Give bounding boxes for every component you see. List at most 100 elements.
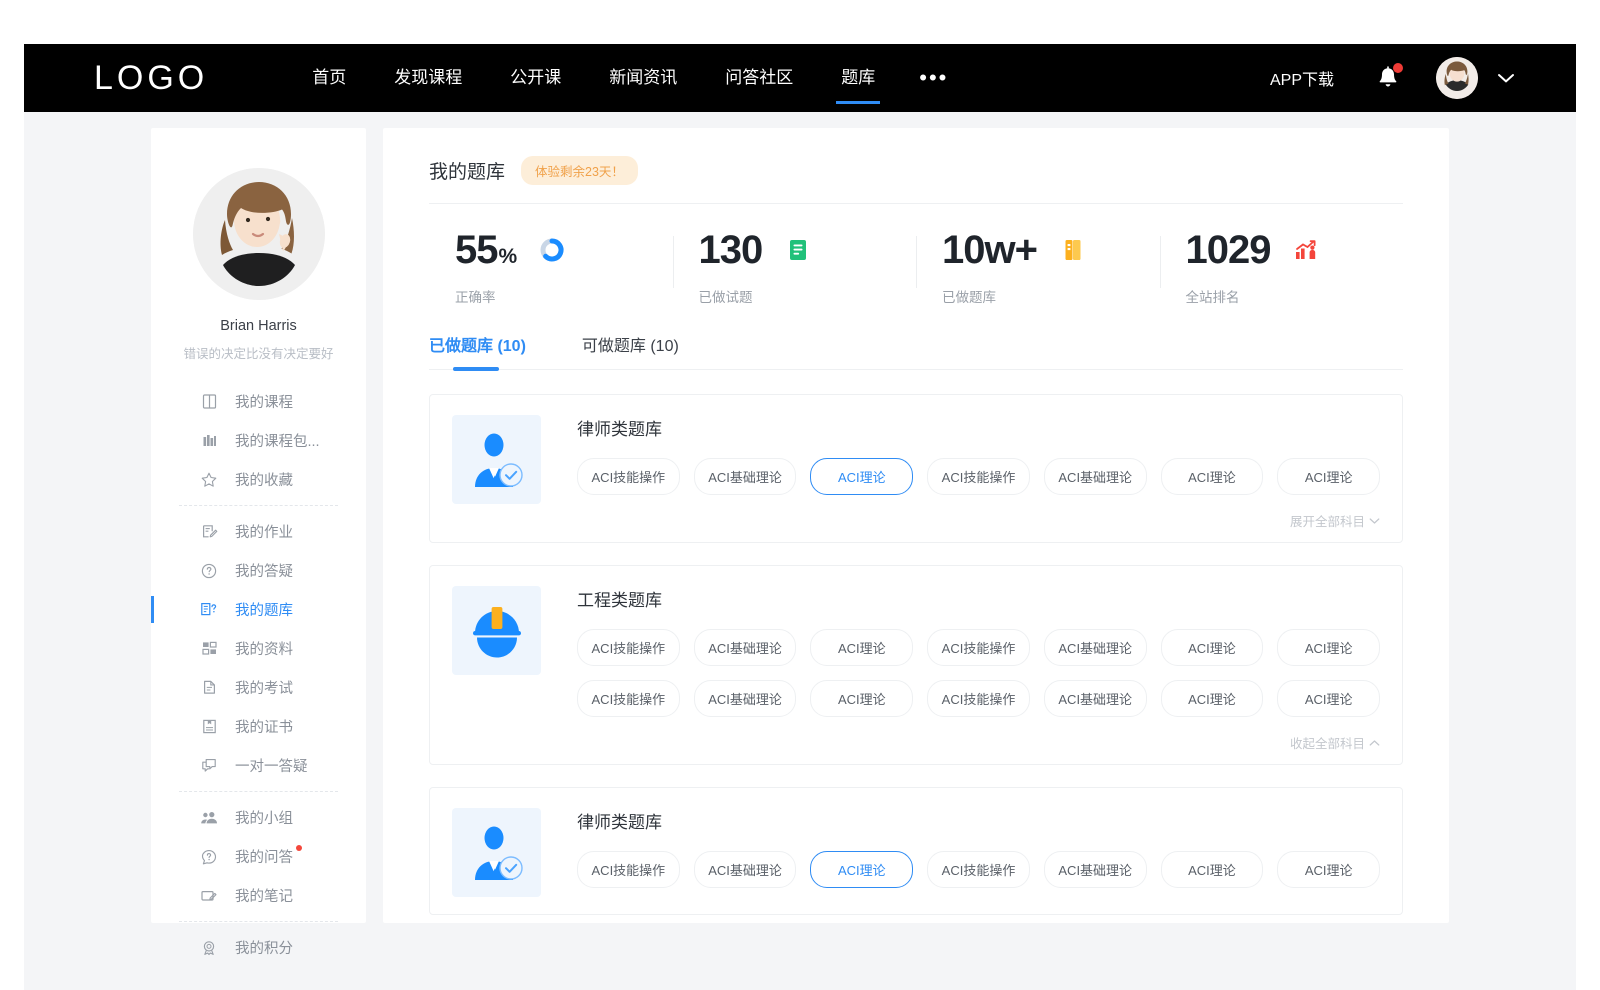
subject-tag[interactable]: ACI理论 — [1161, 458, 1264, 495]
stat-done-questions: 130 已做试题 — [673, 230, 917, 306]
subject-tag[interactable]: ACI理论 — [1277, 629, 1380, 666]
chevron-down-icon — [1496, 72, 1516, 84]
sidebar-divider — [179, 791, 338, 792]
sidebar-item-label: 我的问答 — [235, 846, 293, 867]
sidebar-item-my-course-packages[interactable]: 我的课程包... — [151, 421, 366, 460]
stat-label: 正确率 — [455, 286, 673, 306]
sidebar-item-my-courses[interactable]: 我的课程 — [151, 382, 366, 421]
expand-subjects-button[interactable]: 展开全部科目 — [452, 511, 1380, 530]
star-icon — [199, 470, 219, 490]
sidebar-item-label: 我的作业 — [235, 521, 293, 542]
sidebar-item-one-on-one[interactable]: 一对一答疑 — [151, 746, 366, 785]
nav-item-question-bank[interactable]: 题库 — [841, 44, 875, 112]
account-dropdown-button[interactable] — [1496, 72, 1516, 84]
subject-tag-selected[interactable]: ACI理论 — [810, 851, 913, 888]
navbar-avatar[interactable] — [1436, 57, 1478, 99]
exam-icon — [199, 678, 219, 698]
sidebar-item-my-exams[interactable]: 我的考试 — [151, 668, 366, 707]
card-thumbnail — [452, 415, 541, 504]
donut-progress-icon — [539, 237, 565, 263]
card-main: 律师类题库 ACI技能操作 ACI基础理论 ACI理论 ACI技能操作 ACI基… — [452, 808, 1380, 902]
subject-tag[interactable]: ACI理论 — [1277, 851, 1380, 888]
subject-tag[interactable]: ACI基础理论 — [1044, 629, 1147, 666]
sidebar-item-my-answers[interactable]: 我的答疑 — [151, 551, 366, 590]
stat-accuracy: 55 % 正确率 — [429, 230, 673, 306]
subject-tag[interactable]: ACI理论 — [1161, 629, 1264, 666]
subject-tag[interactable]: ACI基础理论 — [694, 680, 797, 717]
subject-tag[interactable]: ACI技能操作 — [927, 680, 1030, 717]
bank-card[interactable]: 律师类题库 ACI技能操作 ACI基础理论 ACI理论 ACI技能操作 ACI基… — [429, 787, 1403, 915]
question-circle-icon — [199, 561, 219, 581]
site-logo[interactable]: LOGO — [94, 59, 208, 98]
subject-tag[interactable]: ACI理论 — [810, 629, 913, 666]
subject-tag[interactable]: ACI技能操作 — [577, 851, 680, 888]
subject-tag-selected[interactable]: ACI理论 — [810, 458, 913, 495]
tag-row: ACI技能操作 ACI基础理论 ACI理论 ACI技能操作 ACI基础理论 AC… — [577, 458, 1380, 495]
bank-card-list: 律师类题库 ACI技能操作 ACI基础理论 ACI理论 ACI技能操作 ACI基… — [429, 370, 1403, 915]
subject-tag[interactable]: ACI基础理论 — [1044, 680, 1147, 717]
materials-icon — [199, 639, 219, 659]
nav-item-qa-community[interactable]: 问答社区 — [725, 44, 793, 112]
nav-item-news[interactable]: 新闻资讯 — [609, 44, 677, 112]
subject-tag[interactable]: ACI技能操作 — [927, 629, 1030, 666]
subject-tag[interactable]: ACI基础理论 — [694, 629, 797, 666]
content-tabs: 已做题库 (10) 可做题库 (10) — [429, 324, 1403, 370]
card-title: 律师类题库 — [577, 808, 1380, 833]
subject-tag[interactable]: ACI基础理论 — [1044, 458, 1147, 495]
main-navigation: 首页 发现课程 公开课 新闻资讯 问答社区 题库 ••• — [288, 44, 968, 112]
subject-tag[interactable]: ACI基础理论 — [694, 458, 797, 495]
bank-card[interactable]: 律师类题库 ACI技能操作 ACI基础理论 ACI理论 ACI技能操作 ACI基… — [429, 394, 1403, 543]
tag-row: ACI技能操作 ACI基础理论 ACI理论 ACI技能操作 ACI基础理论 AC… — [577, 680, 1380, 717]
sidebar-item-my-materials[interactable]: 我的资料 — [151, 629, 366, 668]
nav-item-home[interactable]: 首页 — [312, 44, 346, 112]
app-download-link[interactable]: APP下载 — [1270, 66, 1334, 90]
sidebar-item-my-certificates[interactable]: 我的证书 — [151, 707, 366, 746]
sidebar-item-label: 我的课程 — [235, 391, 293, 412]
subject-tag[interactable]: ACI技能操作 — [577, 629, 680, 666]
subject-tag[interactable]: ACI技能操作 — [577, 680, 680, 717]
sidebar-item-label: 我的小组 — [235, 807, 293, 828]
sidebar-item-text: 我的问答 — [235, 850, 293, 866]
stat-value: 55 — [455, 230, 498, 270]
nav-item-discover-courses[interactable]: 发现课程 — [394, 44, 462, 112]
subject-tag[interactable]: ACI理论 — [810, 680, 913, 717]
collapse-subjects-button[interactable]: 收起全部科目 — [452, 733, 1380, 752]
tab-done-banks[interactable]: 已做题库 (10) — [429, 332, 526, 369]
sidebar-item-my-notes[interactable]: 我的笔记 — [151, 876, 366, 915]
sidebar-item-my-homework[interactable]: 我的作业 — [151, 512, 366, 551]
profile-motto: 错误的决定比没有决定要好 — [165, 343, 352, 362]
sidebar-divider — [179, 921, 338, 922]
stat-suffix: % — [499, 245, 518, 269]
bank-card[interactable]: 工程类题库 ACI技能操作 ACI基础理论 ACI理论 ACI技能操作 ACI基… — [429, 565, 1403, 765]
nav-more-icon[interactable]: ••• — [919, 44, 948, 112]
engineer-helmet-icon — [467, 603, 527, 659]
subject-tag[interactable]: ACI基础理论 — [694, 851, 797, 888]
question-bank-icon — [199, 600, 219, 620]
subject-tag[interactable]: ACI基础理论 — [1044, 851, 1147, 888]
notification-bell-button[interactable] — [1376, 65, 1400, 91]
subject-tag[interactable]: ACI技能操作 — [927, 458, 1030, 495]
sidebar-item-my-points[interactable]: 我的积分 — [151, 928, 366, 967]
subject-tag[interactable]: ACI技能操作 — [927, 851, 1030, 888]
sidebar-item-my-qa[interactable]: 我的问答 — [151, 837, 366, 876]
sidebar-item-my-favorites[interactable]: 我的收藏 — [151, 460, 366, 499]
stat-value-row: 10w+ — [942, 230, 1160, 270]
stat-label: 已做试题 — [699, 286, 917, 306]
chevron-down-icon — [1369, 517, 1380, 525]
subject-tag[interactable]: ACI理论 — [1161, 680, 1264, 717]
sidebar-divider — [179, 505, 338, 506]
sidebar-item-label: 我的考试 — [235, 677, 293, 698]
sidebar-item-my-question-bank[interactable]: 我的题库 — [151, 590, 366, 629]
nav-item-open-class[interactable]: 公开课 — [510, 44, 561, 112]
page-body: Brian Harris 错误的决定比没有决定要好 我的课程 我的课程包... — [24, 112, 1576, 990]
subject-tag[interactable]: ACI理论 — [1161, 851, 1264, 888]
red-rank-icon — [1293, 237, 1319, 263]
subject-tag[interactable]: ACI理论 — [1277, 680, 1380, 717]
tab-available-banks[interactable]: 可做题库 (10) — [582, 332, 679, 369]
sidebar-item-my-group[interactable]: 我的小组 — [151, 798, 366, 837]
avatar — [193, 168, 325, 300]
subject-tag[interactable]: ACI技能操作 — [577, 458, 680, 495]
book-icon — [199, 392, 219, 412]
stat-value: 10w+ — [942, 230, 1037, 270]
subject-tag[interactable]: ACI理论 — [1277, 458, 1380, 495]
